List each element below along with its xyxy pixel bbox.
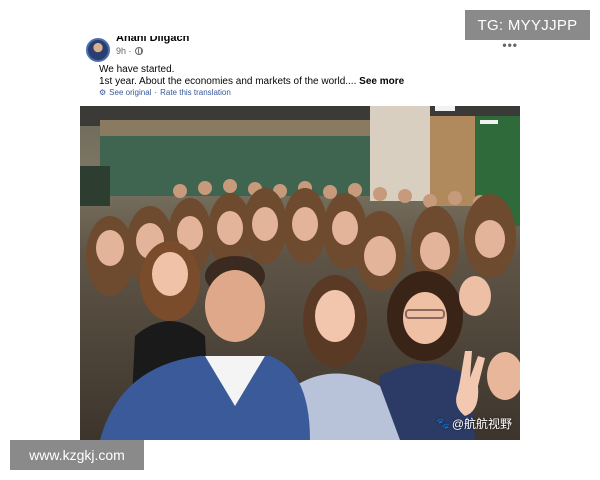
post-photo[interactable]: 🐾 @航航视野	[80, 106, 520, 440]
see-original-link[interactable]: See original	[109, 88, 151, 97]
post-text-line1: We have started.	[99, 64, 175, 75]
translation-separator: ·	[154, 88, 158, 97]
group-selfie-illustration	[80, 106, 520, 440]
post-time[interactable]: 9h ·	[116, 46, 132, 56]
post-text-line2-content: 1st year. About the economies and market…	[99, 76, 357, 87]
gear-icon: ⚙	[99, 88, 107, 97]
post-meta: 9h ·	[116, 46, 143, 56]
see-more-link[interactable]: See more	[359, 76, 404, 87]
translation-row: ⚙ See original · Rate this translation	[99, 88, 231, 97]
facebook-post: Anahi Dilgach 9h · ••• We have started. …	[78, 30, 520, 100]
more-horizontal-icon[interactable]: •••	[502, 38, 518, 52]
post-text-line2: 1st year. About the economies and market…	[99, 76, 404, 87]
avatar[interactable]	[86, 38, 110, 62]
globe-icon	[134, 47, 143, 55]
photo-corner-watermark: 🐾 @航航视野	[436, 415, 512, 432]
watermark-top-right: TG: MYYJJPP	[465, 10, 590, 40]
photo-corner-watermark-text: @航航视野	[451, 417, 512, 431]
paw-icon: 🐾	[436, 418, 450, 430]
rate-translation-link[interactable]: Rate this translation	[160, 88, 231, 97]
watermark-bottom-left: www.kzgkj.com	[10, 440, 144, 470]
post-author[interactable]: Anahi Dilgach	[116, 36, 189, 44]
